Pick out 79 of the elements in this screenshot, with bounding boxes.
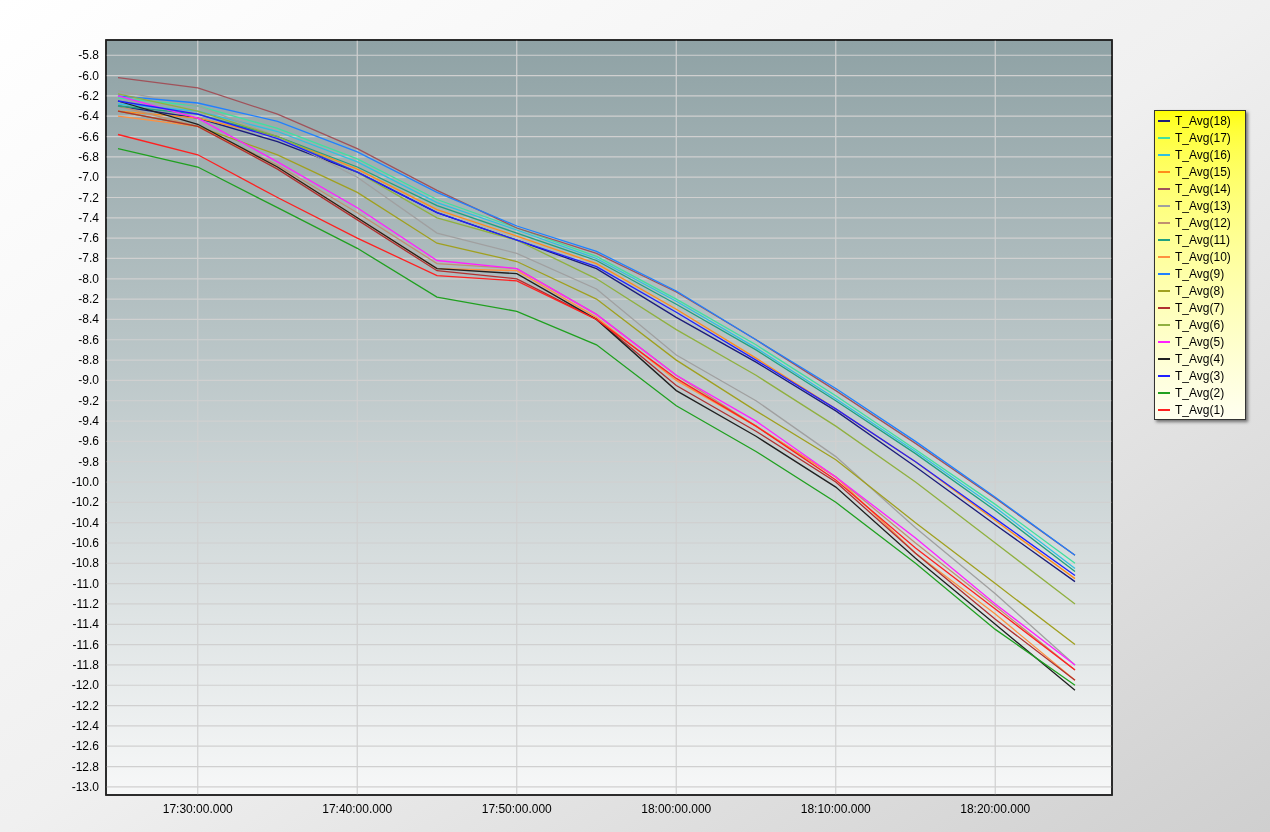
legend-label: T_Avg(3): [1175, 368, 1225, 383]
y-tick-label: -8.0: [78, 271, 99, 286]
y-tick-label: -8.4: [78, 312, 99, 327]
x-tick-label: 18:10:00.000: [800, 802, 871, 816]
y-tick-label: -10.8: [71, 556, 99, 571]
legend-line-icon: [1158, 306, 1170, 309]
y-tick-label: -9.0: [78, 373, 99, 388]
x-tick-label: 17:50:00.000: [481, 802, 552, 816]
legend-label: T_Avg(11): [1175, 232, 1230, 247]
y-tick-label: -12.0: [71, 678, 99, 693]
legend-line-icon: [1158, 391, 1170, 394]
y-tick-label: -7.2: [78, 190, 99, 205]
y-tick-label: -12.2: [71, 698, 99, 713]
y-tick-label: -8.2: [78, 292, 99, 307]
legend-label: T_Avg(15): [1175, 164, 1231, 179]
legend-line-icon: [1158, 289, 1170, 292]
x-tick-label: 18:00:00.000: [641, 802, 712, 816]
y-tick-label: -8.8: [78, 353, 99, 368]
legend-line-icon: [1158, 357, 1170, 360]
y-tick-label: -11.8: [72, 657, 99, 672]
legend-label: T_Avg(1): [1175, 402, 1225, 417]
y-tick-label: -10.2: [71, 495, 99, 510]
y-tick-label: -11.0: [72, 576, 99, 591]
y-tick-label: -11.2: [72, 596, 99, 611]
legend-label: T_Avg(10): [1175, 249, 1231, 264]
y-tick-label: -7.0: [78, 170, 99, 185]
y-tick-label: -10.4: [71, 515, 99, 530]
y-tick-label: -13.0: [71, 779, 99, 794]
y-tick-label: -7.6: [78, 231, 99, 246]
legend-line-icon: [1158, 374, 1170, 377]
y-tick-label: -5.8: [78, 48, 99, 63]
y-tick-label: -6.0: [78, 68, 99, 83]
legend-line-icon: [1158, 170, 1170, 173]
legend-line-icon: [1158, 221, 1170, 224]
y-tick-label: -12.6: [71, 739, 99, 754]
legend-line-icon: [1158, 255, 1170, 258]
legend-line-icon: [1158, 340, 1170, 343]
y-tick-label: -9.8: [78, 454, 99, 469]
y-tick-label: -11.4: [72, 617, 99, 632]
legend-label: T_Avg(9): [1175, 266, 1225, 281]
y-tick-label: -11.6: [72, 637, 99, 652]
y-tick-label: -6.2: [78, 88, 99, 103]
legend-label: T_Avg(18): [1175, 113, 1231, 128]
legend-line-icon: [1158, 136, 1170, 139]
legend-line-icon: [1158, 323, 1170, 326]
y-tick-label: -7.4: [78, 210, 99, 225]
y-tick-label: -8.6: [78, 332, 99, 347]
legend-line-icon: [1158, 204, 1170, 207]
legend-label: T_Avg(6): [1175, 317, 1225, 332]
y-tick-label: -9.6: [78, 434, 99, 449]
legend-label: T_Avg(4): [1175, 351, 1225, 366]
y-tick-label: -6.8: [78, 149, 99, 164]
legend-line-icon: [1158, 119, 1170, 122]
y-tick-label: -12.4: [71, 718, 99, 733]
x-tick-label: 18:20:00.000: [960, 802, 1031, 816]
legend-label: T_Avg(7): [1175, 300, 1225, 315]
y-tick-label: -12.8: [71, 759, 99, 774]
legend-label: T_Avg(2): [1175, 385, 1225, 400]
legend-label: T_Avg(12): [1175, 215, 1231, 230]
y-tick-label: -10.0: [71, 475, 99, 490]
legend-label: T_Avg(8): [1175, 283, 1225, 298]
x-tick-label: 17:40:00.000: [322, 802, 393, 816]
legend-label: T_Avg(16): [1175, 147, 1231, 162]
legend-line-icon: [1158, 408, 1170, 411]
legend-label: T_Avg(17): [1175, 130, 1231, 145]
legend-line-icon: [1158, 187, 1170, 190]
legend-label: T_Avg(14): [1175, 181, 1231, 196]
legend-line-icon: [1158, 153, 1170, 156]
legend-label: T_Avg(5): [1175, 334, 1225, 349]
x-tick-label: 17:30:00.000: [162, 802, 233, 816]
legend-label: T_Avg(13): [1175, 198, 1231, 213]
y-tick-label: -9.2: [78, 393, 99, 408]
y-tick-label: -10.6: [71, 536, 99, 550]
legend-line-icon: [1158, 272, 1170, 275]
y-tick-label: -6.4: [78, 109, 99, 124]
y-tick-label: -6.6: [78, 129, 99, 144]
y-tick-label: -9.4: [78, 414, 99, 429]
legend-line-icon: [1158, 238, 1170, 241]
y-tick-label: -7.8: [78, 251, 99, 266]
